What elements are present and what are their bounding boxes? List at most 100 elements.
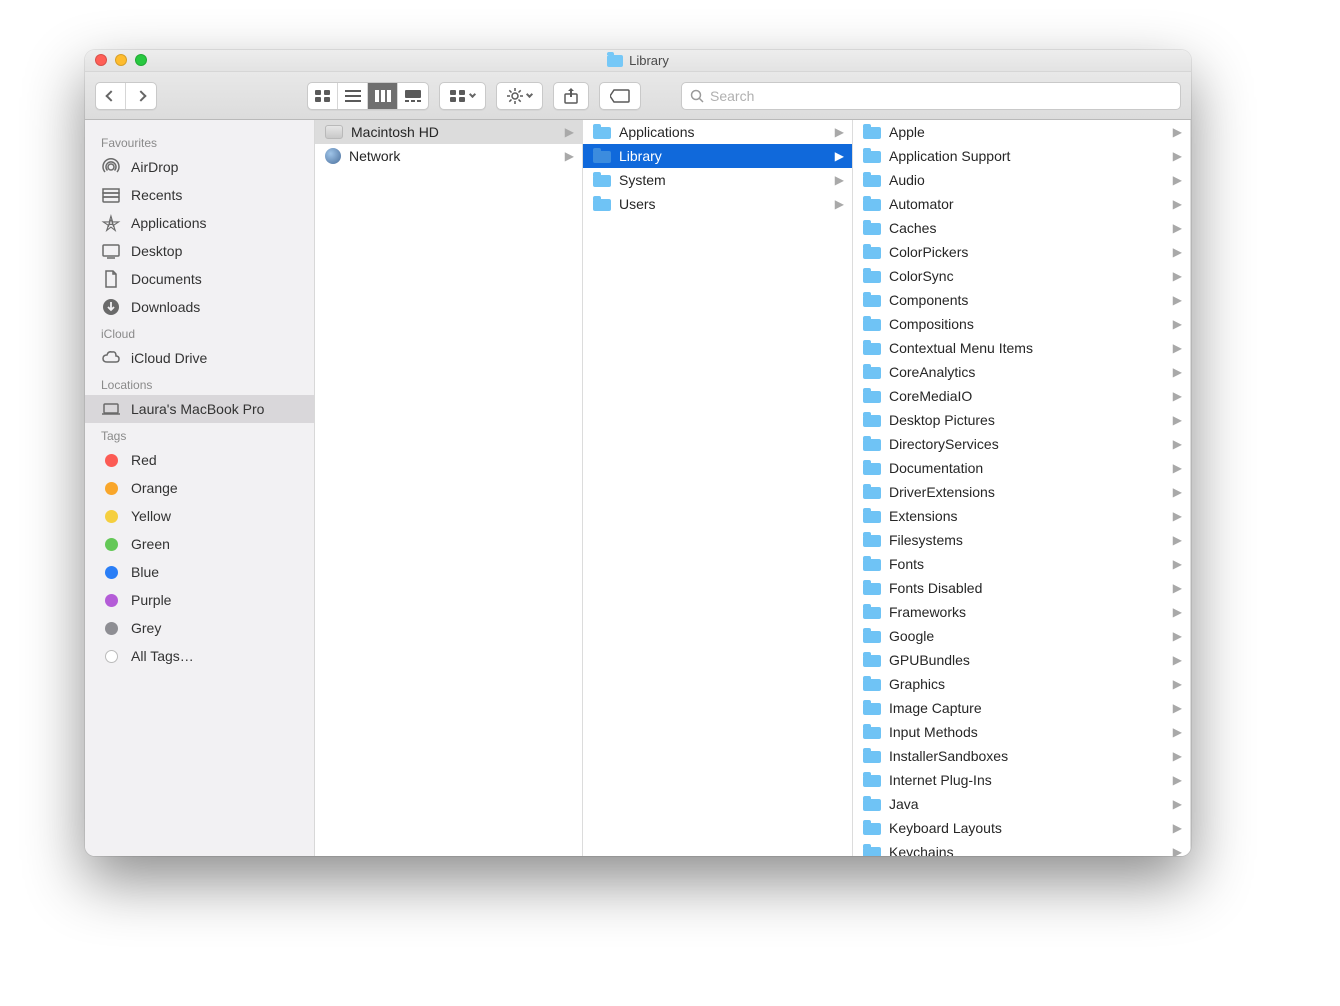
disclosure-arrow-icon: ▶ xyxy=(1173,533,1184,547)
column-row[interactable]: Apple▶ xyxy=(853,120,1190,144)
view-columns-button[interactable] xyxy=(368,83,398,109)
column-row[interactable]: Image Capture▶ xyxy=(853,696,1190,720)
sidebar-item[interactable]: All Tags… xyxy=(85,642,314,670)
sidebar-item-label: Yellow xyxy=(131,508,171,524)
column-row[interactable]: Audio▶ xyxy=(853,168,1190,192)
column-row[interactable]: Internet Plug-Ins ▶ xyxy=(853,768,1190,792)
share-button[interactable] xyxy=(553,82,589,110)
column-row[interactable]: Keyboard Layouts▶ xyxy=(853,816,1190,840)
disclosure-arrow-icon: ▶ xyxy=(1173,797,1184,811)
disclosure-arrow-icon: ▶ xyxy=(1173,557,1184,571)
column-row[interactable]: Library▶ xyxy=(583,144,852,168)
sidebar-item[interactable]: Green xyxy=(85,530,314,558)
folder-icon xyxy=(863,533,881,547)
disclosure-arrow-icon: ▶ xyxy=(1173,749,1184,763)
column-row[interactable]: Fonts ▶ xyxy=(853,552,1190,576)
sidebar-item-label: Desktop xyxy=(131,243,182,259)
tag-icon xyxy=(101,478,121,498)
column-row[interactable]: Components▶ xyxy=(853,288,1190,312)
row-label: Fonts Disabled xyxy=(889,580,1165,596)
sidebar-item[interactable]: Purple xyxy=(85,586,314,614)
column-row[interactable]: Applications▶ xyxy=(583,120,852,144)
column-row[interactable]: Network▶ xyxy=(315,144,582,168)
column-row[interactable]: Fonts Disabled▶ xyxy=(853,576,1190,600)
disclosure-arrow-icon: ▶ xyxy=(1173,773,1184,787)
search-field[interactable] xyxy=(681,82,1181,110)
sidebar-item[interactable]: Laura's MacBook Pro xyxy=(85,395,314,423)
folder-icon xyxy=(863,629,881,643)
close-button[interactable] xyxy=(95,54,107,66)
column-row[interactable]: Graphics▶ xyxy=(853,672,1190,696)
row-label: Fonts xyxy=(889,556,1165,572)
search-input[interactable] xyxy=(710,88,1172,104)
minimize-button[interactable] xyxy=(115,54,127,66)
sidebar-item[interactable]: Grey xyxy=(85,614,314,642)
column-row[interactable]: Frameworks▶ xyxy=(853,600,1190,624)
sidebar-item[interactable]: Blue xyxy=(85,558,314,586)
column-row[interactable]: GPUBundles▶ xyxy=(853,648,1190,672)
folder-icon xyxy=(863,557,881,571)
harddrive-icon xyxy=(325,125,343,139)
zoom-button[interactable] xyxy=(135,54,147,66)
column-row[interactable]: CoreAnalytics▶ xyxy=(853,360,1190,384)
column-row[interactable]: CoreMediaIO▶ xyxy=(853,384,1190,408)
column-row[interactable]: Users▶ xyxy=(583,192,852,216)
sidebar-item[interactable]: AApplications xyxy=(85,209,314,237)
titlebar: Library xyxy=(85,50,1191,72)
row-label: Network xyxy=(349,148,557,164)
sidebar-item[interactable]: Desktop xyxy=(85,237,314,265)
tags-button[interactable] xyxy=(599,82,641,110)
sidebar-item[interactable]: Red xyxy=(85,446,314,474)
sidebar-item[interactable]: Documents xyxy=(85,265,314,293)
column-row[interactable]: InstallerSandboxes▶ xyxy=(853,744,1190,768)
column-row[interactable]: Compositions▶ xyxy=(853,312,1190,336)
view-list-button[interactable] xyxy=(338,83,368,109)
column-row[interactable]: Macintosh HD▶ xyxy=(315,120,582,144)
action-button[interactable] xyxy=(496,82,543,110)
disclosure-arrow-icon: ▶ xyxy=(835,197,846,211)
column-row[interactable]: Java▶ xyxy=(853,792,1190,816)
browser-column: Applications▶Library▶System▶Users▶ xyxy=(583,120,853,856)
column-row[interactable]: System▶ xyxy=(583,168,852,192)
forward-button[interactable] xyxy=(126,83,156,109)
column-row[interactable]: Filesystems ▶ xyxy=(853,528,1190,552)
arrange-button[interactable] xyxy=(439,82,486,110)
column-row[interactable]: ColorPickers▶ xyxy=(853,240,1190,264)
disclosure-arrow-icon: ▶ xyxy=(1173,437,1184,451)
column-row[interactable]: Automator▶ xyxy=(853,192,1190,216)
applications-icon: A xyxy=(101,213,121,233)
sidebar-item[interactable]: Downloads xyxy=(85,293,314,321)
tag-icon xyxy=(101,590,121,610)
column-row[interactable]: Keychains▶ xyxy=(853,840,1190,856)
column-row[interactable]: DirectoryServices▶ xyxy=(853,432,1190,456)
sidebar-header: Locations xyxy=(85,372,314,395)
browser-column: Macintosh HD▶Network▶ xyxy=(315,120,583,856)
column-row[interactable]: Caches▶ xyxy=(853,216,1190,240)
column-row[interactable]: Application Support▶ xyxy=(853,144,1190,168)
view-gallery-button[interactable] xyxy=(398,83,428,109)
column-row[interactable]: Extensions▶ xyxy=(853,504,1190,528)
row-label: Internet Plug-Ins xyxy=(889,772,1165,788)
folder-icon xyxy=(863,173,881,187)
folder-icon xyxy=(863,149,881,163)
column-row[interactable]: Desktop Pictures▶ xyxy=(853,408,1190,432)
column-row[interactable]: ColorSync▶ xyxy=(853,264,1190,288)
sidebar-item[interactable]: iCloud Drive xyxy=(85,344,314,372)
column-row[interactable]: Contextual Menu Items▶ xyxy=(853,336,1190,360)
folder-icon xyxy=(863,509,881,523)
window-title: Library xyxy=(629,53,669,68)
disclosure-arrow-icon: ▶ xyxy=(1173,341,1184,355)
folder-icon xyxy=(863,749,881,763)
row-label: Apple xyxy=(889,124,1165,140)
row-label: Filesystems xyxy=(889,532,1165,548)
sidebar-item[interactable]: AirDrop xyxy=(85,153,314,181)
column-row[interactable]: Google▶ xyxy=(853,624,1190,648)
sidebar-item[interactable]: Orange xyxy=(85,474,314,502)
view-icon-button[interactable] xyxy=(308,83,338,109)
column-row[interactable]: DriverExtensions▶ xyxy=(853,480,1190,504)
column-row[interactable]: Documentation▶ xyxy=(853,456,1190,480)
back-button[interactable] xyxy=(96,83,126,109)
column-row[interactable]: Input Methods▶ xyxy=(853,720,1190,744)
sidebar-item[interactable]: Yellow xyxy=(85,502,314,530)
sidebar-item[interactable]: Recents xyxy=(85,181,314,209)
